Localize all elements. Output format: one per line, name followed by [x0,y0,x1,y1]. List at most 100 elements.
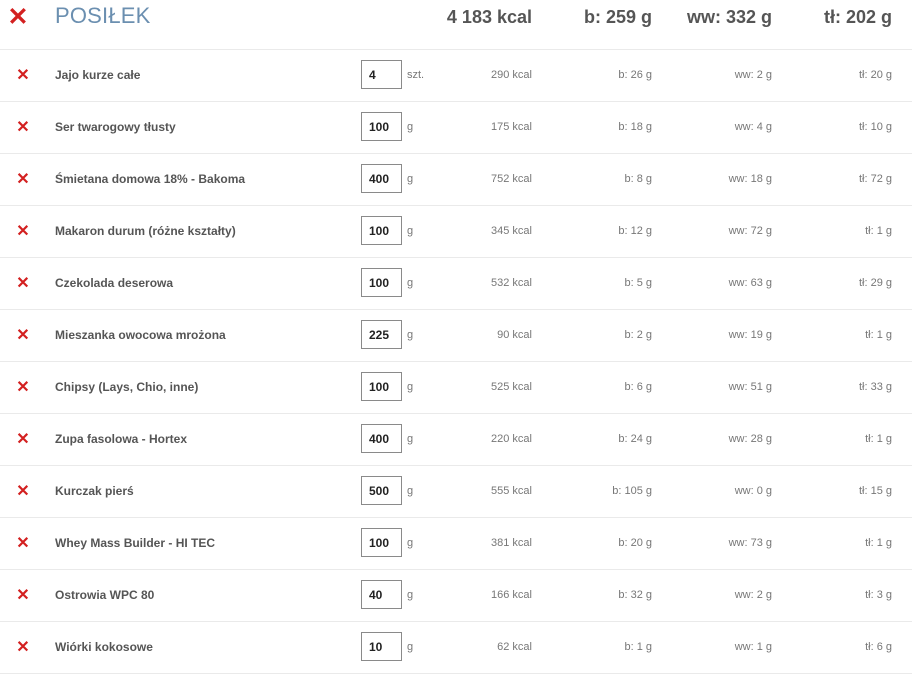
quantity-input[interactable] [361,580,402,609]
food-row: ✕ Mieszanka owocowa mrożona g 90 kcal b:… [0,310,912,362]
food-kcal: 175 kcal [491,121,532,133]
quantity-input[interactable] [361,164,402,193]
unit-label: szt. [407,69,425,81]
quantity-input[interactable] [361,424,402,453]
quantity-input[interactable] [361,112,402,141]
food-kcal: 532 kcal [491,277,532,289]
unit-label: g [407,433,414,445]
food-kcal: 166 kcal [491,589,532,601]
food-protein: b: 1 g [624,641,652,653]
food-kcal: 525 kcal [491,381,532,393]
food-protein: b: 32 g [618,589,652,601]
delete-icon[interactable]: ✕ [16,431,30,448]
food-carbs: ww: 19 g [728,329,772,341]
food-name: Jajo kurze całe [55,68,141,82]
food-fat: tł: 10 g [858,121,892,133]
food-protein: b: 2 g [624,329,652,341]
food-protein: b: 24 g [618,433,652,445]
food-kcal: 752 kcal [491,173,532,185]
total-carbs: ww: 332 g [686,7,772,27]
food-name: Mieszanka owocowa mrożona [55,328,226,342]
delete-icon[interactable]: ✕ [16,379,30,396]
delete-icon[interactable]: ✕ [16,535,30,552]
food-carbs: ww: 2 g [734,589,772,601]
food-name: Chipsy (Lays, Chio, inne) [55,380,199,394]
food-carbs: ww: 18 g [728,173,772,185]
delete-icon[interactable]: ✕ [16,67,30,84]
food-row: ✕ Ostrowia WPC 80 g 166 kcal b: 32 g ww:… [0,570,912,622]
food-row: ✕ Śmietana domowa 18% - Bakoma g 752 kca… [0,154,912,206]
total-protein: b: 259 g [583,7,652,27]
food-protein: b: 26 g [618,69,652,81]
food-protein: b: 18 g [618,121,652,133]
food-kcal: 62 kcal [497,641,532,653]
food-name: Ostrowia WPC 80 [55,588,155,602]
food-carbs: ww: 1 g [734,641,772,653]
delete-icon[interactable]: ✕ [16,119,30,136]
food-fat: tł: 6 g [865,641,892,653]
food-row: ✕ Zupa fasolowa - Hortex g 220 kcal b: 2… [0,414,912,466]
unit-label: g [407,381,414,393]
food-carbs: ww: 63 g [728,277,772,289]
meal-header: ✕ POSIŁEK 4 183 kcal b: 259 g ww: 332 g … [0,0,912,50]
unit-label: g [407,277,414,289]
quantity-input[interactable] [361,216,402,245]
unit-label: g [407,537,414,549]
food-row: ✕ Makaron durum (różne kształty) g 345 k… [0,206,912,258]
quantity-input[interactable] [361,320,402,349]
quantity-input[interactable] [361,60,402,89]
delete-icon[interactable]: ✕ [16,327,30,344]
food-name: Śmietana domowa 18% - Bakoma [55,172,246,186]
food-kcal: 381 kcal [491,537,532,549]
food-kcal: 290 kcal [491,69,532,81]
food-name: Makaron durum (różne kształty) [55,224,236,238]
delete-icon[interactable]: ✕ [16,171,30,188]
quantity-input[interactable] [361,372,402,401]
food-carbs: ww: 28 g [728,433,772,445]
delete-icon[interactable]: ✕ [16,587,30,604]
food-fat: tł: 20 g [858,69,892,81]
food-kcal: 555 kcal [491,485,532,497]
food-name: Zupa fasolowa - Hortex [55,432,188,446]
quantity-input[interactable] [361,632,402,661]
food-row: ✕ Chipsy (Lays, Chio, inne) g 525 kcal b… [0,362,912,414]
unit-label: g [407,225,414,237]
food-name: Ser twarogowy tłusty [55,120,176,134]
delete-icon[interactable]: ✕ [16,223,30,240]
food-fat: tł: 1 g [865,225,892,237]
food-fat: tł: 1 g [865,329,892,341]
food-protein: b: 12 g [618,225,652,237]
food-carbs: ww: 4 g [734,121,772,133]
food-row: ✕ Czekolada deserowa g 532 kcal b: 5 g w… [0,258,912,310]
food-fat: tł: 29 g [858,277,892,289]
unit-label: g [407,121,414,133]
quantity-input[interactable] [361,528,402,557]
close-icon[interactable]: ✕ [7,4,29,30]
food-row: ✕ Kurczak pierś g 555 kcal b: 105 g ww: … [0,466,912,518]
food-fat: tł: 1 g [865,537,892,549]
food-row: ✕ Ser twarogowy tłusty g 175 kcal b: 18 … [0,102,912,154]
food-fat: tł: 33 g [858,381,892,393]
food-protein: b: 6 g [624,381,652,393]
total-fat: tł: 202 g [823,7,892,27]
food-name: Czekolada deserowa [55,276,174,290]
food-row: ✕ Jajo kurze całe szt. 290 kcal b: 26 g … [0,50,912,102]
unit-label: g [407,485,414,497]
delete-icon[interactable]: ✕ [16,275,30,292]
quantity-input[interactable] [361,268,402,297]
food-kcal: 90 kcal [497,329,532,341]
delete-icon[interactable]: ✕ [16,639,30,656]
unit-label: g [407,329,414,341]
food-carbs: ww: 73 g [728,537,772,549]
unit-label: g [407,641,414,653]
food-carbs: ww: 72 g [728,225,772,237]
quantity-input[interactable] [361,476,402,505]
food-protein: b: 20 g [618,537,652,549]
food-name: Whey Mass Builder - HI TEC [55,536,216,550]
food-name: Wiórki kokosowe [55,640,153,654]
food-fat: tł: 3 g [865,589,892,601]
unit-label: g [407,589,414,601]
food-name: Kurczak pierś [55,484,134,498]
food-carbs: ww: 51 g [728,381,772,393]
delete-icon[interactable]: ✕ [16,483,30,500]
